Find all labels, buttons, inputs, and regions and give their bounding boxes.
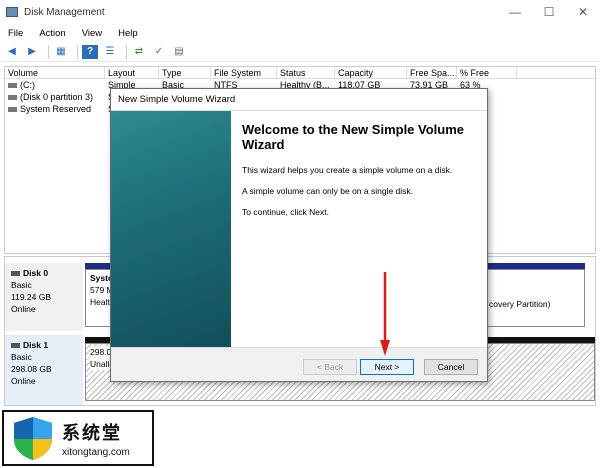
col-capacity[interactable]: Capacity (335, 67, 407, 78)
disk-icon (11, 343, 20, 349)
menu-file[interactable]: File (0, 28, 31, 39)
volume-name: System Reserved (20, 104, 92, 114)
window-controls: — ☐ ✕ (498, 0, 600, 24)
col-type[interactable]: Type (159, 67, 211, 78)
menu-bar: File Action View Help (0, 24, 600, 42)
volume-icon (8, 95, 17, 101)
minimize-button[interactable]: — (498, 0, 532, 24)
properties-icon[interactable]: ▦ (53, 45, 69, 59)
watermark-logo: 系统堂 xitongtang.com (2, 410, 154, 466)
wizard-footer: < Back Next > Cancel (111, 347, 487, 381)
col-status[interactable]: Status (277, 67, 335, 78)
disk-type: Basic (11, 280, 32, 290)
wizard-title: New Simple Volume Wizard (111, 89, 487, 111)
partition-label: Syste (90, 273, 113, 283)
window-title: Disk Management (24, 6, 105, 18)
partition-label: covery Partition) (489, 299, 551, 309)
volume-icon (8, 83, 17, 89)
disk-management-app-icon (6, 7, 18, 17)
wizard-text-3: To continue, click Next. (242, 207, 329, 217)
partition-status: Healt (90, 297, 110, 307)
disk-size: 119.24 GB (11, 292, 52, 302)
back-arrow-icon[interactable]: ◀ (4, 45, 20, 59)
menu-action[interactable]: Action (31, 28, 73, 39)
cancel-button[interactable]: Cancel (424, 359, 478, 375)
wizard-text-1: This wizard helps you create a simple vo… (242, 165, 453, 175)
toolbar-separator (48, 44, 49, 59)
watermark-text: 系统堂 xitongtang.com (62, 419, 130, 458)
maximize-button[interactable]: ☐ (532, 0, 566, 24)
toolbar: ◀ ▶ ▦ ? ☰ ⇄ ✓ ▤ (0, 42, 600, 62)
wizard-text-2: A simple volume can only be on a single … (242, 186, 414, 196)
wizard-heading: Welcome to the New Simple Volume Wizard (242, 122, 465, 152)
watermark-en: xitongtang.com (62, 446, 130, 458)
volume-cell: (C:) (5, 79, 105, 91)
close-button[interactable]: ✕ (566, 0, 600, 24)
red-arrow-annotation (380, 272, 390, 356)
disk-type: Basic (11, 352, 32, 362)
disk-state: Online (11, 376, 36, 386)
back-button[interactable]: < Back (303, 359, 357, 375)
volume-name: (Disk 0 partition 3) (20, 92, 94, 102)
menu-view[interactable]: View (74, 28, 110, 39)
forward-arrow-icon[interactable]: ▶ (24, 45, 40, 59)
volume-list-header: Volume Layout Type File System Status Ca… (5, 67, 595, 79)
partition-recovery[interactable]: covery Partition) (485, 269, 585, 327)
list-icon[interactable]: ☰ (102, 45, 118, 59)
col-percent-free[interactable]: % Free (457, 67, 517, 78)
volume-icon (8, 107, 17, 113)
title-bar: Disk Management — ☐ ✕ (0, 0, 600, 24)
help-icon[interactable]: ? (82, 44, 98, 59)
volume-cell: System Reserved (5, 103, 105, 115)
col-free-space[interactable]: Free Spa... (407, 67, 457, 78)
col-volume[interactable]: Volume (5, 67, 105, 78)
toolbar-separator (126, 44, 127, 59)
partition-size: 579 M (90, 285, 114, 295)
toolbar-separator (77, 44, 78, 59)
disk-1-label[interactable]: Disk 1 Basic 298.08 GB Online (5, 335, 83, 405)
check-icon[interactable]: ✓ (151, 45, 167, 59)
new-simple-volume-wizard: New Simple Volume Wizard Welcome to the … (110, 88, 488, 382)
wizard-side-banner (111, 111, 231, 347)
shield-logo-icon (14, 417, 52, 460)
disk-name: Disk 0 (23, 268, 49, 278)
disk-name: Disk 1 (23, 340, 49, 350)
col-file-system[interactable]: File System (211, 67, 277, 78)
disk-icon (11, 271, 20, 277)
volume-name: (C:) (20, 80, 35, 90)
extra-icon[interactable]: ▤ (171, 45, 187, 59)
wizard-content: Welcome to the New Simple Volume Wizard … (242, 122, 478, 228)
disk-size: 298.08 GB (11, 364, 52, 374)
disk-state: Online (11, 304, 36, 314)
menu-help[interactable]: Help (110, 28, 146, 39)
watermark-cn: 系统堂 (62, 422, 122, 444)
disk-0-label[interactable]: Disk 0 Basic 119.24 GB Online (5, 263, 83, 331)
volume-cell: (Disk 0 partition 3) (5, 91, 105, 103)
col-layout[interactable]: Layout (105, 67, 159, 78)
next-button[interactable]: Next > (360, 359, 414, 375)
connect-icon[interactable]: ⇄ (131, 45, 147, 59)
wizard-body: Welcome to the New Simple Volume Wizard … (111, 111, 487, 347)
